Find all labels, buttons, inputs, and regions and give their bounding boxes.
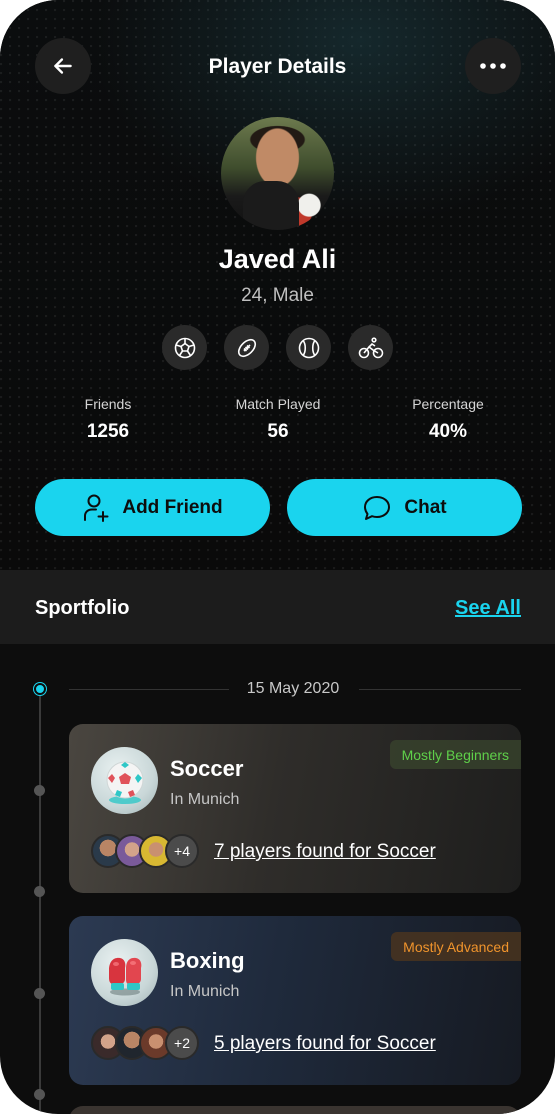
card-sport-name: Boxing: [170, 948, 245, 973]
football-icon: [237, 338, 256, 357]
sport-football-chip[interactable]: [224, 325, 269, 370]
card-location: In Munich: [170, 791, 240, 808]
player-avatars: +2: [91, 1026, 211, 1060]
timeline-dot: [34, 988, 45, 999]
sport-cycling-chip[interactable]: [348, 325, 393, 370]
card-location: In Munich: [170, 983, 240, 1000]
level-badge: Mostly Beginners: [389, 740, 521, 769]
avatar-shirt: [243, 181, 299, 230]
soccer-ball-icon: [174, 337, 195, 358]
timeline-dot-active: [34, 683, 46, 695]
chat-label: Chat: [404, 496, 447, 518]
stat-value: 40%: [428, 421, 468, 442]
stat-value: 1256: [86, 421, 130, 442]
timeline-date: 15 May 2020: [246, 680, 340, 697]
sport-card-boxing[interactable]: Mostly Advanced Boxing In Munich +2 5 pl…: [69, 916, 521, 1085]
stat-label: Match Played: [235, 396, 321, 412]
more-horizontal-icon: [480, 63, 506, 69]
more-options-button[interactable]: [465, 38, 521, 94]
avatar: [221, 117, 334, 230]
add-user-icon: [84, 494, 109, 522]
timeline-dot: [34, 1089, 45, 1100]
section-title: Sportfolio: [35, 597, 130, 619]
baseball-icon: [298, 337, 319, 358]
stat-value: 56: [267, 421, 289, 442]
sport-soccer-chip[interactable]: [162, 325, 207, 370]
sport-baseball-chip[interactable]: [286, 325, 331, 370]
stat-matches: Match Played 56: [198, 396, 358, 443]
card-sport-name: Soccer: [170, 756, 244, 781]
sport-card-soccer[interactable]: Mostly Beginners Soccer In Munich +4 7 p…: [69, 724, 521, 893]
timeline-dot: [34, 785, 45, 796]
player-age-gender: 24, Male: [241, 285, 314, 306]
stat-friends: Friends 1256: [28, 396, 188, 443]
cycling-icon: [358, 336, 383, 358]
more-players-count: +2: [165, 1026, 199, 1060]
phone-screen: Player Details Javed Ali 24, Male Friend…: [0, 0, 555, 1114]
player-name: Javed Ali: [218, 244, 337, 274]
see-all-link[interactable]: See All: [455, 597, 521, 620]
level-badge: Mostly Advanced: [391, 932, 521, 961]
timeline-line: [39, 690, 41, 1114]
more-players-count: +4: [165, 834, 199, 868]
players-found-link[interactable]: 7 players found for Soccer: [214, 841, 436, 863]
date-divider-right: [359, 689, 521, 690]
chat-button[interactable]: Chat: [287, 479, 522, 536]
soccer-ball-image: [91, 747, 158, 814]
sport-card-partial[interactable]: [69, 1106, 521, 1114]
date-divider-left: [69, 689, 229, 690]
boxing-gloves-image: [91, 939, 158, 1006]
add-friend-label: Add Friend: [122, 496, 223, 518]
stat-label: Percentage: [412, 396, 484, 412]
add-friend-button[interactable]: Add Friend: [35, 479, 270, 536]
soccer-ball-icon: [106, 761, 143, 804]
chat-bubble-icon: [364, 495, 391, 520]
player-avatars: +4: [91, 834, 211, 868]
boxing-glove-icon: [108, 957, 141, 995]
stat-label: Friends: [84, 396, 132, 412]
stat-percentage: Percentage 40%: [368, 396, 528, 443]
timeline-dot: [34, 886, 45, 897]
players-found-link[interactable]: 5 players found for Soccer: [214, 1033, 436, 1055]
